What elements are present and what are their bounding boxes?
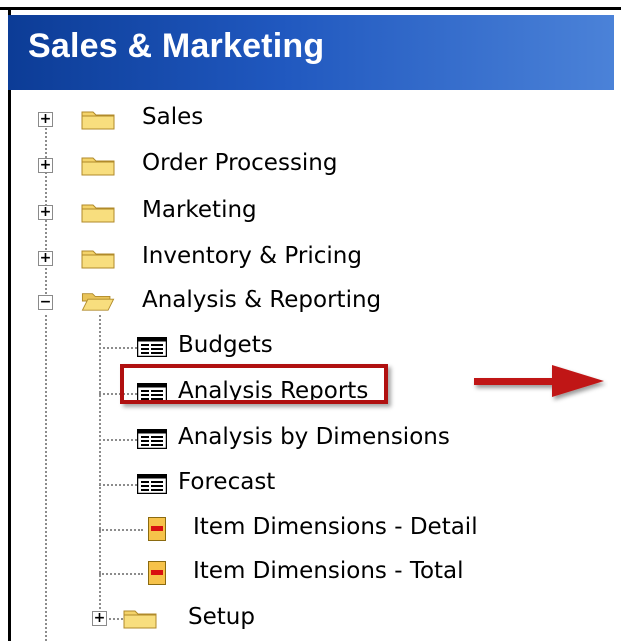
folder-icon bbox=[81, 204, 115, 223]
tree-connector bbox=[99, 529, 143, 531]
tree-item-label: Item Dimensions - Total bbox=[193, 558, 464, 584]
expand-icon[interactable]: + bbox=[38, 251, 53, 266]
folder-icon bbox=[81, 157, 115, 176]
form-icon bbox=[137, 337, 167, 357]
report-icon bbox=[148, 561, 166, 585]
tree-item-label: Sales bbox=[142, 104, 204, 130]
form-icon bbox=[137, 474, 167, 494]
tree-item-label: Setup bbox=[188, 604, 255, 630]
tree-connector bbox=[45, 315, 47, 641]
tree-connector bbox=[99, 439, 137, 441]
collapse-icon[interactable]: − bbox=[38, 295, 53, 310]
top-border bbox=[0, 0, 621, 10]
expand-icon[interactable]: + bbox=[38, 158, 53, 173]
report-icon bbox=[148, 517, 166, 541]
tree-connector bbox=[105, 618, 123, 620]
expand-icon[interactable]: + bbox=[38, 112, 53, 127]
tree-item-label: Budgets bbox=[178, 332, 273, 358]
arrow-annotation bbox=[474, 365, 604, 397]
folder-icon bbox=[81, 111, 115, 130]
tree-connector bbox=[99, 484, 137, 486]
tree-item-label: Analysis & Reporting bbox=[142, 287, 382, 313]
tree-connector bbox=[99, 573, 143, 575]
tree-item-label: Analysis by Dimensions bbox=[178, 424, 450, 450]
tree-item-label: Inventory & Pricing bbox=[142, 243, 362, 269]
menu-header: Sales & Marketing bbox=[8, 15, 614, 90]
expand-icon[interactable]: + bbox=[92, 611, 107, 626]
tree-item-label: Order Processing bbox=[142, 150, 338, 176]
folder-icon bbox=[123, 610, 157, 629]
menu-title: Sales & Marketing bbox=[28, 27, 325, 65]
folder-icon bbox=[81, 250, 115, 269]
tree-item-label: Item Dimensions - Detail bbox=[193, 514, 478, 540]
highlight-annotation bbox=[120, 364, 388, 404]
open-folder-icon bbox=[81, 293, 115, 311]
form-icon bbox=[137, 429, 167, 449]
tree-connector bbox=[99, 315, 101, 625]
navigation-pane bbox=[11, 12, 621, 641]
tree-item-label: Marketing bbox=[142, 197, 257, 223]
tree-item-label: Forecast bbox=[178, 469, 276, 495]
expand-icon[interactable]: + bbox=[38, 205, 53, 220]
tree-connector bbox=[99, 347, 137, 349]
